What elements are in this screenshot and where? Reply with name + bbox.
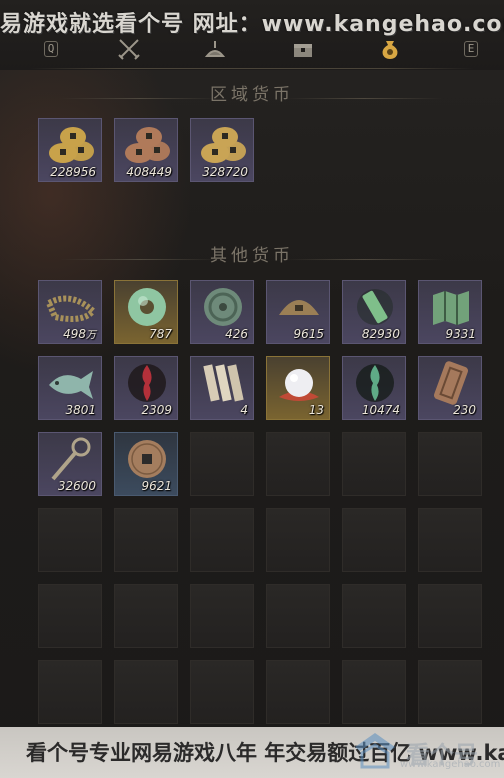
empty-slot[interactable] [38,508,102,572]
currency-slot[interactable]: 3801 [38,356,102,420]
currency-slot[interactable]: 426 [190,280,254,344]
currency-slot[interactable]: 2309 [114,356,178,420]
empty-slot[interactable] [114,584,178,648]
logo-url: www.kangehao.com [400,759,501,770]
logo-shield-icon [355,733,395,769]
currency-slot[interactable]: 13 [266,356,330,420]
e-key-icon: E [463,41,479,57]
item-count: 82930 [361,327,400,341]
empty-slot[interactable] [266,432,330,496]
empty-slot[interactable] [418,508,482,572]
tab-weapons[interactable] [116,38,142,60]
empty-slot[interactable] [190,660,254,724]
empty-slot[interactable] [114,508,178,572]
tab-next[interactable]: E [458,38,484,60]
section-rule-right-2 [284,259,444,260]
bronze-coin-pile-icon [195,121,251,169]
chest-icon [294,44,312,57]
empty-slot[interactable] [342,660,406,724]
copper-coin-pile-icon [119,121,175,169]
tab-chest[interactable] [290,38,316,60]
green-map-token-icon [423,283,479,331]
empty-slot[interactable] [266,660,330,724]
scale-icon [204,41,226,57]
item-count: 3801 [65,403,96,417]
section-title-regional: 区域货币 [210,85,294,105]
tab-quest[interactable]: Q [38,38,64,60]
q-key-icon: Q [43,41,59,57]
item-count: 32600 [57,479,96,493]
bronze-tablet-icon [423,359,479,407]
empty-slot[interactable] [114,660,178,724]
item-count: 328720 [202,165,248,179]
currency-slot[interactable]: 9621 [114,432,178,496]
watermark-top: 易游戏就选看个号 网址：www.kangehao.com [0,12,504,36]
item-count-unit: 万 [86,330,96,341]
empty-slot[interactable] [342,584,406,648]
empty-slot[interactable] [418,584,482,648]
item-count: 9615 [293,327,324,341]
item-count: 228956 [50,165,96,179]
tab-divider [30,68,474,69]
empty-slot[interactable] [190,584,254,648]
coin-string-icon [43,283,99,331]
item-count: 787 [149,327,172,341]
empty-slot[interactable] [266,584,330,648]
red-flame-token-icon [119,359,175,407]
green-flame-token-icon [347,359,403,407]
currency-slot[interactable]: 4 [190,356,254,420]
item-count: 408449 [126,165,172,179]
currency-slot[interactable]: 32600 [38,432,102,496]
money-bag-icon [382,41,398,59]
item-count: 426 [225,327,248,341]
item-count: 2309 [141,403,172,417]
currency-slot[interactable]: 82930 [342,280,406,344]
empty-slot[interactable] [342,432,406,496]
bronze-crescent-coin-icon [271,283,327,331]
jade-disc-icon [119,283,175,331]
green-scroll-token-icon [347,283,403,331]
currency-slot[interactable]: 228956 [38,118,102,182]
tab-currency[interactable] [377,38,403,60]
section-rule-right [284,98,444,99]
currency-slot[interactable]: 787 [114,280,178,344]
bottom-watermark-banner: 看个号专业网易游戏八年 年交易额过百亿 www.kangehao.com 看个号… [0,727,504,778]
item-count: 498万 [63,327,96,341]
empty-slot[interactable] [342,508,406,572]
currency-slot[interactable]: 408449 [114,118,178,182]
item-count: 4 [240,403,248,417]
empty-slot[interactable] [38,584,102,648]
bronze-coin-icon [119,435,175,483]
item-count: 13 [308,403,324,417]
section-title-other: 其他货币 [210,246,294,266]
jade-fish-icon [43,359,99,407]
bronze-medallion-icon [195,283,251,331]
item-count: 230 [453,403,476,417]
currency-slot[interactable]: 9615 [266,280,330,344]
item-count: 9621 [141,479,172,493]
currency-slot[interactable]: 9331 [418,280,482,344]
empty-slot[interactable] [190,432,254,496]
gold-coin-pile-icon [43,121,99,169]
empty-slot[interactable] [418,432,482,496]
item-count: 9331 [445,327,476,341]
currency-slot[interactable]: 328720 [190,118,254,182]
currency-slot[interactable]: 230 [418,356,482,420]
kangehao-logo: 看个号 www.kangehao.com [350,729,500,775]
empty-slot[interactable] [266,508,330,572]
bamboo-slips-icon [195,359,251,407]
empty-slot[interactable] [38,660,102,724]
tab-scale[interactable] [202,38,228,60]
empty-slot[interactable] [190,508,254,572]
coin-sword-icon [43,435,99,483]
currency-slot[interactable]: 498万 [38,280,102,344]
crossed-swords-icon [118,39,140,60]
item-count: 10474 [361,403,400,417]
empty-slot[interactable] [418,660,482,724]
currency-slot[interactable]: 10474 [342,356,406,420]
pearl-icon [271,359,327,407]
